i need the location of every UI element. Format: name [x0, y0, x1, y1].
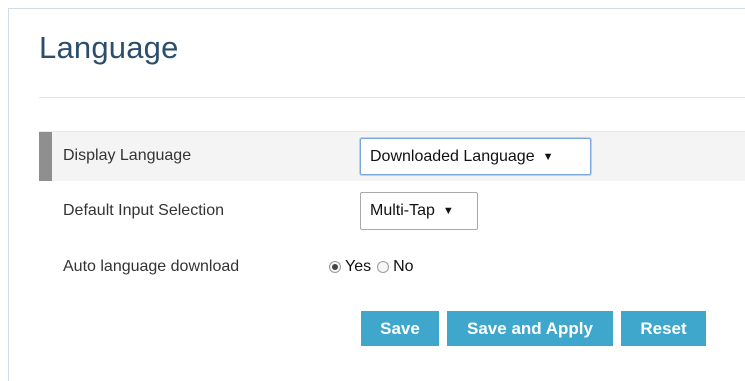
- reset-button[interactable]: Reset: [621, 311, 706, 346]
- display-language-label: Display Language: [63, 147, 192, 164]
- auto-download-label: Auto language download: [63, 258, 240, 275]
- save-button[interactable]: Save: [361, 311, 439, 346]
- save-and-apply-button[interactable]: Save and Apply: [447, 311, 613, 346]
- chevron-down-icon: ▼: [442, 205, 454, 217]
- auto-download-yes-radio[interactable]: [329, 261, 341, 273]
- title-divider: [39, 97, 745, 98]
- auto-download-no-radio[interactable]: [377, 261, 390, 273]
- auto-download-no-label[interactable]: No: [393, 258, 413, 276]
- default-input-select[interactable]: Multi-Tap ▼: [360, 192, 478, 230]
- row-active-marker: [39, 132, 52, 181]
- display-language-row: Display Language Downloaded Language ▼: [39, 131, 745, 181]
- auto-download-yes-label[interactable]: Yes: [345, 258, 371, 276]
- default-input-label: Default Input Selection: [63, 202, 224, 219]
- default-input-value: Multi-Tap: [370, 202, 435, 219]
- page-title: Language: [39, 30, 179, 65]
- default-input-row: Default Input Selection Multi-Tap ▼: [39, 191, 745, 235]
- chevron-down-icon: ▼: [542, 150, 554, 163]
- auto-download-radio-group: Yes No: [329, 258, 420, 276]
- display-language-select[interactable]: Downloaded Language ▼: [360, 138, 591, 175]
- display-language-value: Downloaded Language: [370, 147, 535, 165]
